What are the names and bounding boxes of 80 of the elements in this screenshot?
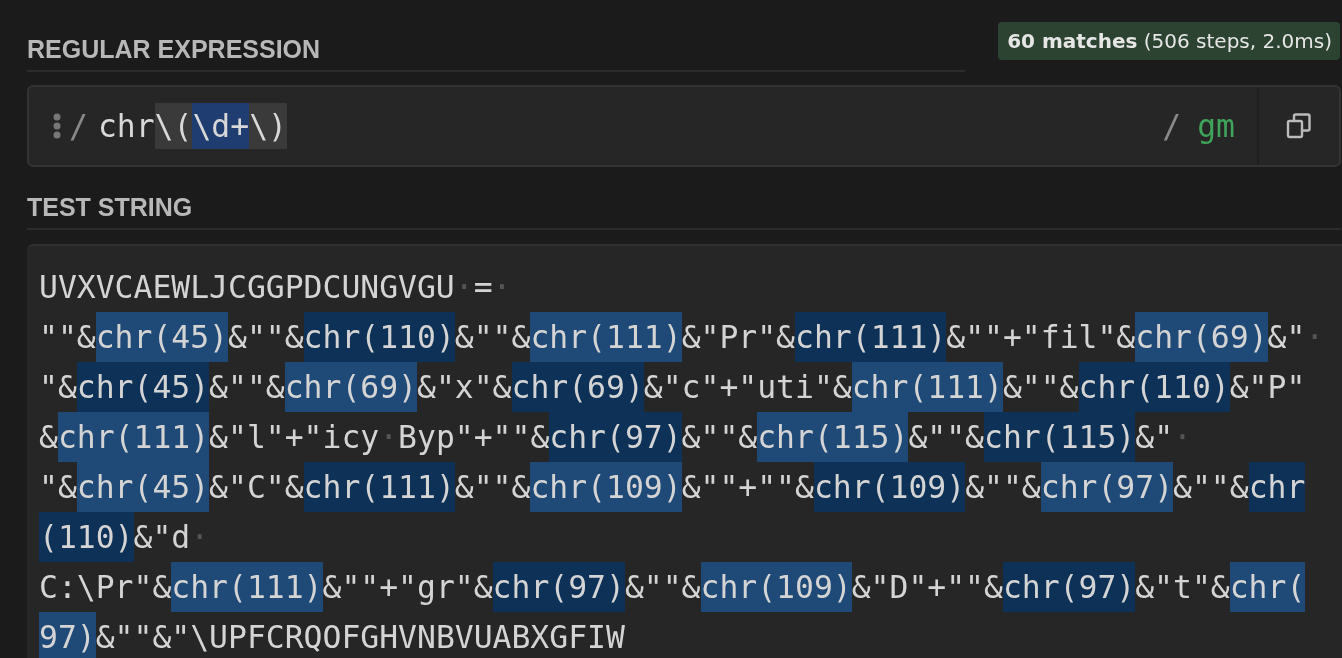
whitespace-marker: · (1305, 319, 1325, 355)
string-text: & (39, 418, 58, 457)
string-text: &""& (454, 468, 531, 507)
match-highlight: chr(45) (95, 312, 228, 362)
match-highlight: chr(111) (171, 562, 323, 612)
match-highlight: chr(45) (76, 362, 210, 412)
string-text: "& (39, 368, 77, 407)
string-text: &""& (908, 418, 985, 457)
regex-flags[interactable]: gm (1197, 108, 1235, 144)
string-text: UVXVCAEWLJCGGPDCUNGVGU (39, 268, 455, 307)
match-highlight: chr(115) (757, 412, 909, 462)
whitespace-marker: · (379, 419, 399, 455)
match-highlight: chr(97) (1040, 462, 1174, 512)
string-text: &""+"gr"& (322, 568, 493, 607)
match-highlight: chr(45) (76, 462, 210, 512)
string-text: &""& (1173, 468, 1249, 507)
string-text: &""& (209, 368, 285, 407)
string-text: = (473, 268, 493, 307)
string-text: &"C"& (209, 468, 304, 507)
string-text: C:\Pr"& (39, 568, 172, 607)
regex-delimiter: / (1162, 108, 1182, 144)
match-highlight: chr(111) (851, 362, 1003, 412)
match-highlight: chr(97) (1002, 562, 1136, 612)
string-text: &" (1267, 318, 1306, 357)
match-highlight: chr(110) (303, 312, 455, 362)
string-text: Byp"+""& (398, 418, 550, 457)
match-highlight: chr( (1229, 562, 1306, 612)
match-highlight: chr(115) (984, 412, 1136, 462)
string-text: &""& (1002, 368, 1079, 407)
string-text: &""&"\UPFCRQOFGHVNBVUABXGFIW (95, 618, 625, 657)
string-text: &""& (624, 568, 701, 607)
string-text: &"l"+"icy (209, 418, 380, 457)
match-highlight: chr(111) (303, 462, 455, 512)
whitespace-marker: · (492, 269, 512, 305)
match-highlight: chr (1248, 462, 1306, 512)
match-highlight: chr(109) (813, 462, 966, 512)
digit-token: \d+ (192, 103, 250, 149)
match-highlight: chr(97) (492, 562, 625, 612)
whitespace-marker: · (190, 519, 210, 555)
string-text: &"x"& (417, 368, 512, 407)
drag-handle-icon[interactable] (53, 113, 61, 139)
regex-delimiter: / (69, 108, 88, 144)
match-highlight: chr(109) (530, 462, 682, 512)
match-highlight: chr(69) (511, 362, 644, 412)
match-highlight: chr(111) (795, 312, 947, 362)
match-highlight: chr(69) (1135, 312, 1268, 362)
escaped-paren: \( (154, 103, 193, 149)
match-highlight: chr(109) (700, 562, 852, 612)
string-text: &""& (228, 318, 304, 357)
string-text: &""+""& (681, 468, 814, 507)
match-highlight: chr(97) (549, 412, 682, 462)
escaped-paren: \) (249, 103, 287, 149)
match-highlight: (110) (39, 512, 134, 562)
copy-icon (1286, 112, 1312, 140)
string-text: &"P" (1229, 368, 1306, 407)
match-highlight: 97) (39, 612, 96, 658)
string-text: &"Pr"& (681, 318, 796, 357)
string-text: &""& (681, 418, 758, 457)
string-text: &""& (965, 468, 1041, 507)
string-text: &""& (454, 318, 531, 357)
match-highlight: chr(69) (284, 362, 417, 412)
section-title: REGULAR EXPRESSION (27, 35, 965, 72)
string-text: &""+"fil"& (946, 318, 1136, 357)
string-text: &"c"+"uti"& (643, 368, 852, 407)
string-text: &" (1135, 418, 1174, 457)
regex-field[interactable]: / chr\(\d+\) / gm (27, 85, 1341, 167)
regex-text: chr (97, 107, 155, 146)
match-info-badge: 60 matches (506 steps, 2.0ms) (998, 22, 1340, 60)
section-title: TEST STRING (27, 193, 1341, 230)
string-text: &"D"+""& (851, 568, 1003, 607)
match-highlight: chr(110) (1078, 362, 1230, 412)
string-text: "& (39, 468, 77, 507)
string-text: ""& (39, 318, 96, 357)
match-highlight: chr(111) (530, 312, 682, 362)
whitespace-marker: · (1173, 419, 1192, 455)
test-string-editor[interactable] (27, 244, 1342, 658)
string-text: &"d (133, 518, 191, 557)
string-text: &"t"& (1135, 568, 1230, 607)
whitespace-marker: · (454, 269, 474, 305)
match-highlight: chr(111) (57, 412, 210, 462)
